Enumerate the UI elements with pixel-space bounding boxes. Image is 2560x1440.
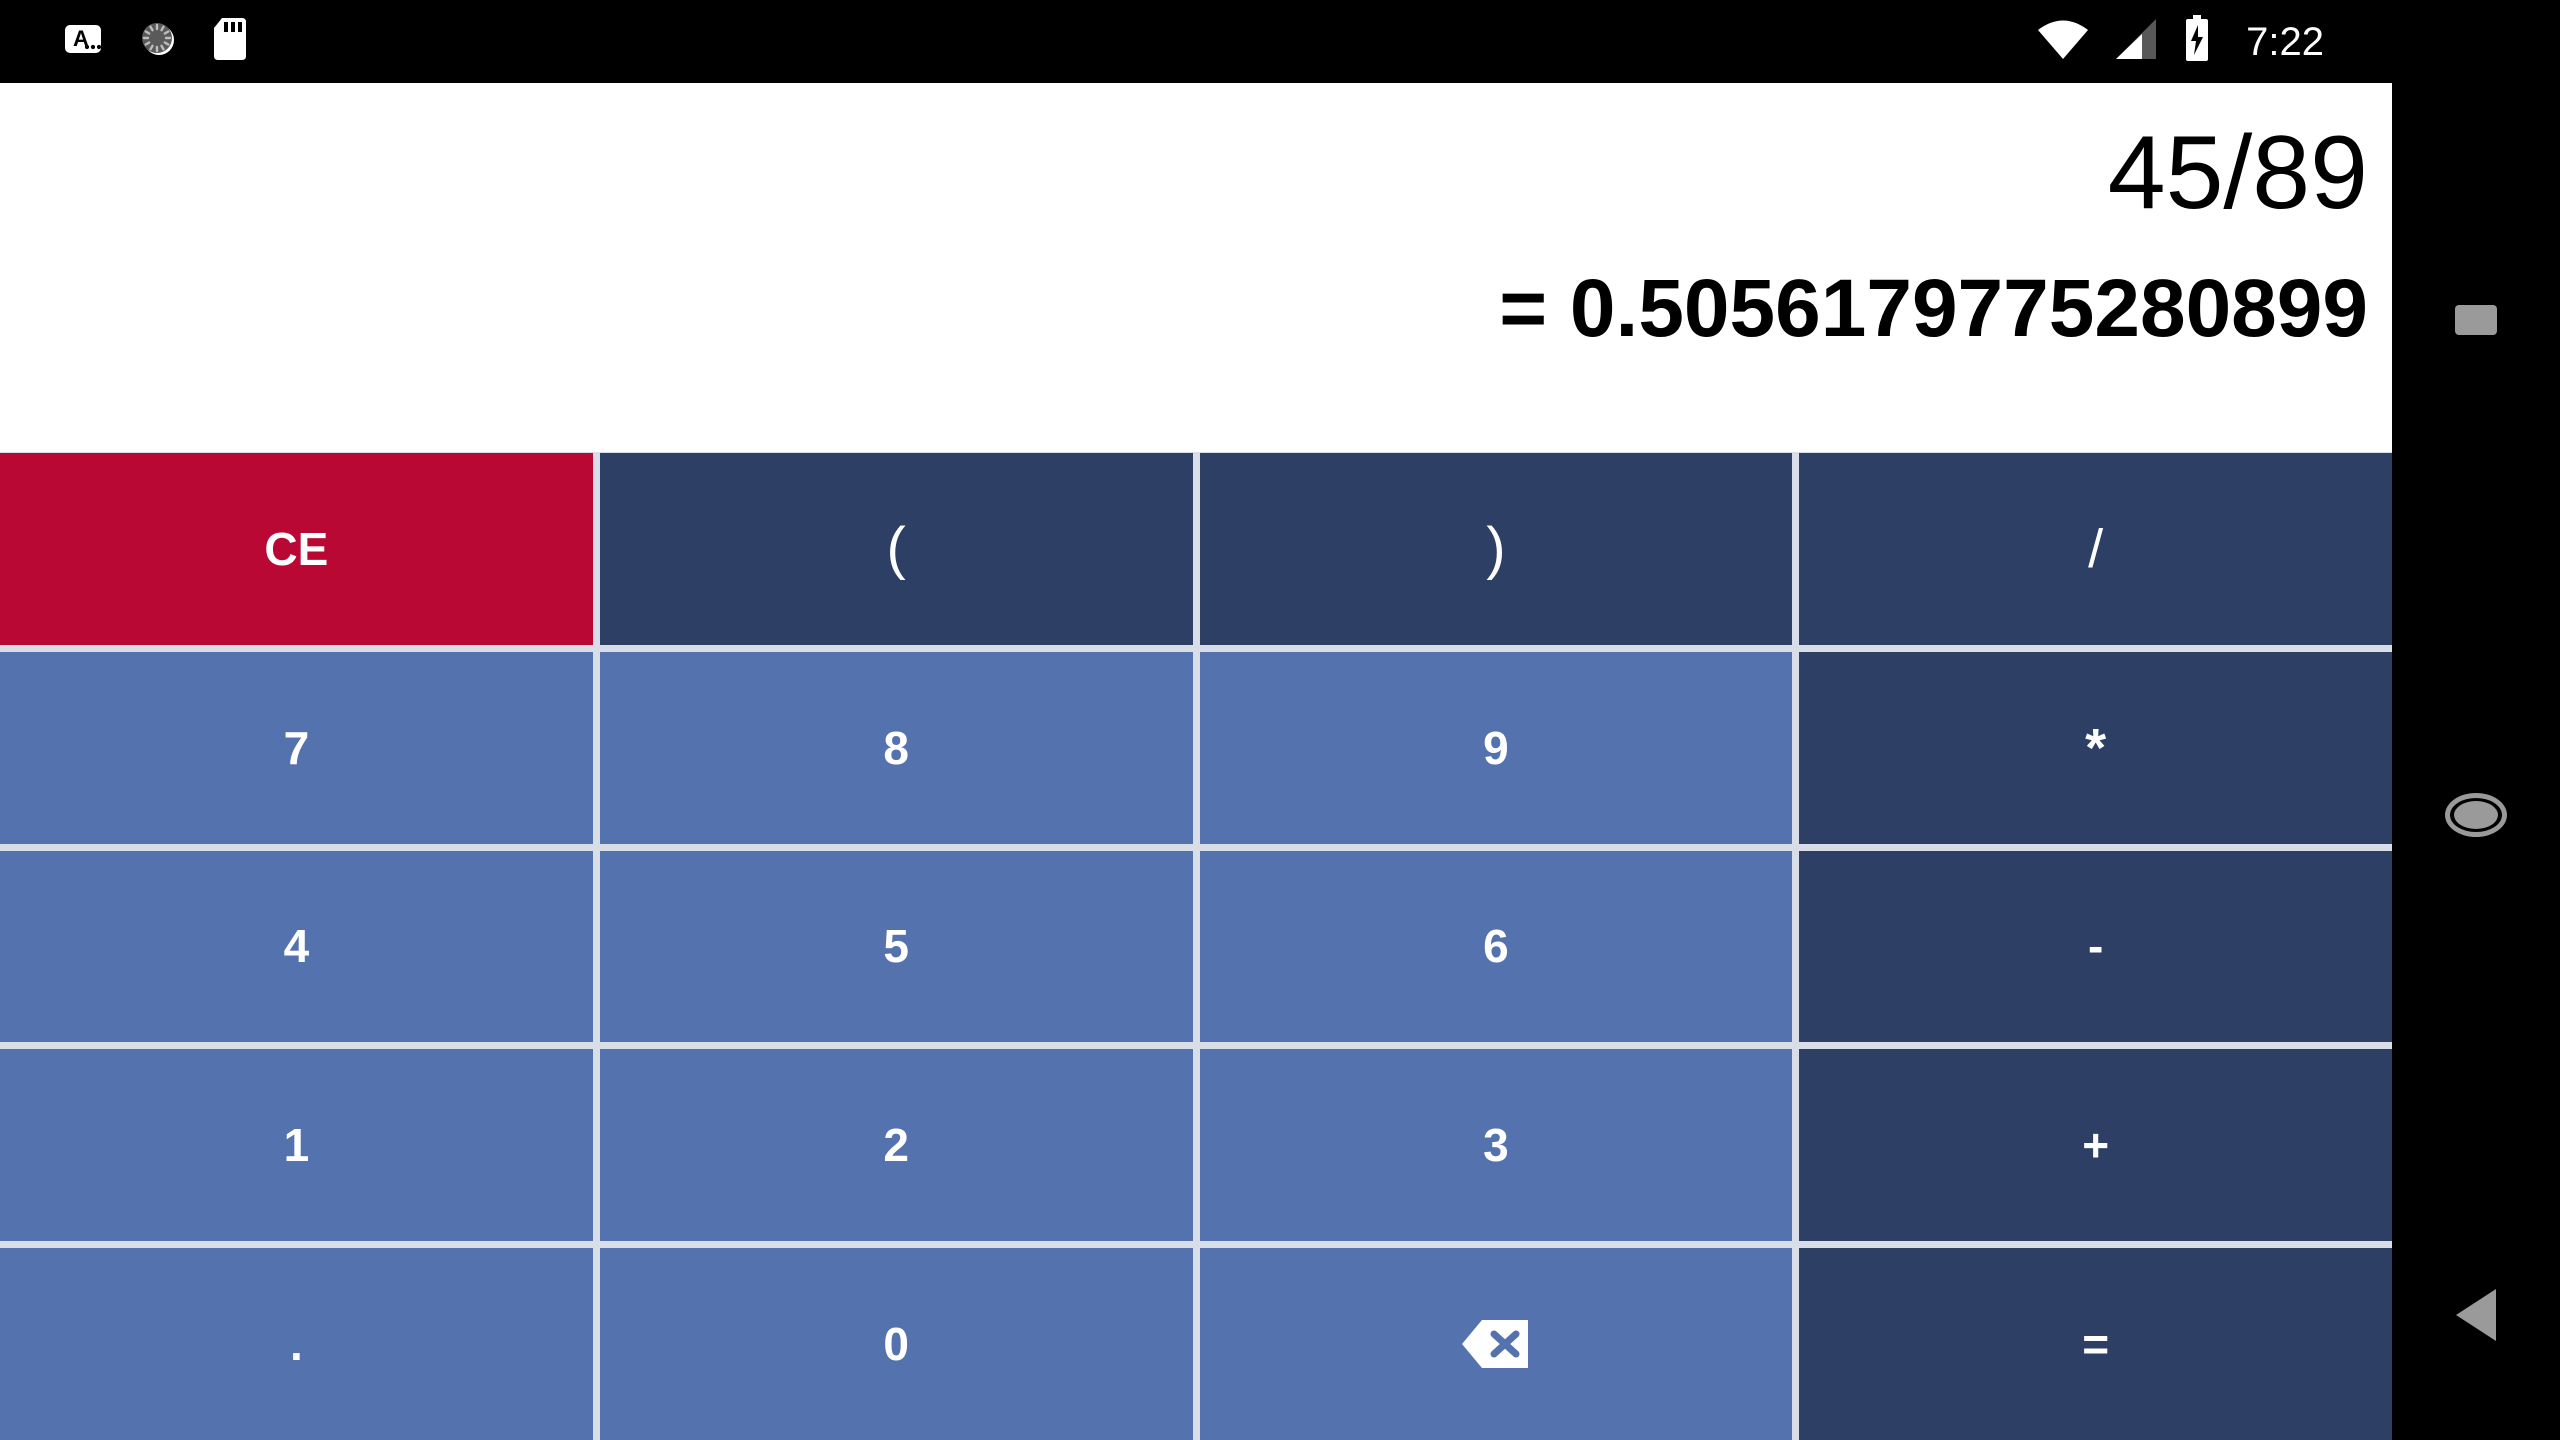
input-method-icon: A bbox=[62, 18, 104, 65]
key-label: 6 bbox=[1483, 920, 1509, 973]
key-decimal-point[interactable]: . bbox=[0, 1248, 593, 1440]
key-6[interactable]: 6 bbox=[1199, 850, 1793, 1043]
triangle-left-icon bbox=[2456, 1289, 2496, 1341]
sync-spinner-icon bbox=[136, 17, 180, 66]
key-close-paren[interactable]: ) bbox=[1199, 453, 1793, 645]
key-multiply[interactable]: * bbox=[1799, 651, 2392, 844]
square-icon bbox=[2455, 305, 2497, 335]
key-label: 1 bbox=[283, 1119, 310, 1172]
key-label: 7 bbox=[283, 721, 310, 774]
system-navigation-bar bbox=[2392, 0, 2560, 1440]
key-2[interactable]: 2 bbox=[599, 1049, 1193, 1242]
result-text: = 0.5056179775280899 bbox=[1499, 268, 2368, 350]
key-equals[interactable]: = bbox=[1799, 1248, 2392, 1440]
key-row: . 0 = bbox=[0, 1248, 2392, 1440]
status-bar-right-icons: 7:22 bbox=[2036, 0, 2324, 83]
key-row: 7 8 9 * bbox=[0, 651, 2392, 844]
key-label: CE bbox=[264, 522, 329, 575]
key-label: + bbox=[2082, 1119, 2110, 1172]
key-add[interactable]: + bbox=[1799, 1049, 2392, 1242]
key-3[interactable]: 3 bbox=[1199, 1049, 1793, 1242]
key-label: 3 bbox=[1483, 1119, 1509, 1172]
backspace-icon bbox=[1460, 1316, 1532, 1372]
wifi-icon bbox=[2036, 17, 2090, 66]
key-label: - bbox=[2087, 920, 2104, 973]
key-7[interactable]: 7 bbox=[0, 651, 593, 844]
key-5[interactable]: 5 bbox=[599, 850, 1193, 1043]
key-label: * bbox=[2085, 717, 2107, 778]
key-label: . bbox=[289, 1318, 303, 1371]
key-row: CE ( ) / bbox=[0, 453, 2392, 645]
key-backspace[interactable] bbox=[1199, 1248, 1793, 1440]
key-label: ) bbox=[1486, 515, 1506, 581]
status-bar: A 7:22 bbox=[0, 0, 2392, 83]
nav-home-button[interactable] bbox=[2392, 750, 2560, 880]
calculator-app: 45/89 = 0.5056179775280899 CE ( ) / 7 8 … bbox=[0, 83, 2392, 1440]
cellular-signal-icon bbox=[2112, 17, 2160, 66]
key-label: = bbox=[2082, 1318, 2110, 1371]
key-label: 9 bbox=[1483, 721, 1509, 774]
key-row: 1 2 3 + bbox=[0, 1049, 2392, 1242]
key-0[interactable]: 0 bbox=[599, 1248, 1193, 1440]
device-screen: A 7:22 45/89 = 0.5056179775280899 CE ()… bbox=[0, 0, 2560, 1440]
key-label: ( bbox=[886, 515, 906, 581]
key-divide[interactable]: / bbox=[1799, 453, 2392, 645]
battery-charging-icon bbox=[2182, 15, 2212, 68]
expression-text: 45/89 bbox=[2107, 121, 2368, 225]
key-label: 0 bbox=[883, 1318, 909, 1371]
key-subtract[interactable]: - bbox=[1799, 850, 2392, 1043]
key-open-paren[interactable]: ( bbox=[599, 453, 1193, 645]
sd-card-icon bbox=[212, 16, 248, 67]
nav-recents-button[interactable] bbox=[2392, 255, 2560, 385]
nav-back-button[interactable] bbox=[2392, 1250, 2560, 1380]
status-bar-clock: 7:22 bbox=[2246, 19, 2324, 64]
key-label: 8 bbox=[883, 721, 909, 774]
key-row: 4 5 6 - bbox=[0, 850, 2392, 1043]
key-label: 5 bbox=[883, 920, 909, 973]
circle-icon bbox=[2445, 793, 2507, 837]
key-4[interactable]: 4 bbox=[0, 850, 593, 1043]
key-1[interactable]: 1 bbox=[0, 1049, 593, 1242]
status-bar-left-icons: A bbox=[62, 16, 248, 67]
key-label: 2 bbox=[883, 1119, 909, 1172]
key-9[interactable]: 9 bbox=[1199, 651, 1793, 844]
key-label: 4 bbox=[283, 920, 310, 973]
calculator-keypad: CE ( ) / 7 8 9 * 4 5 6 - 1 2 3 + . 0 = bbox=[0, 452, 2392, 1440]
key-clear-entry[interactable]: CE bbox=[0, 453, 593, 645]
key-8[interactable]: 8 bbox=[599, 651, 1193, 844]
key-label: / bbox=[2088, 518, 2104, 579]
calculator-display: 45/89 = 0.5056179775280899 bbox=[0, 83, 2392, 452]
